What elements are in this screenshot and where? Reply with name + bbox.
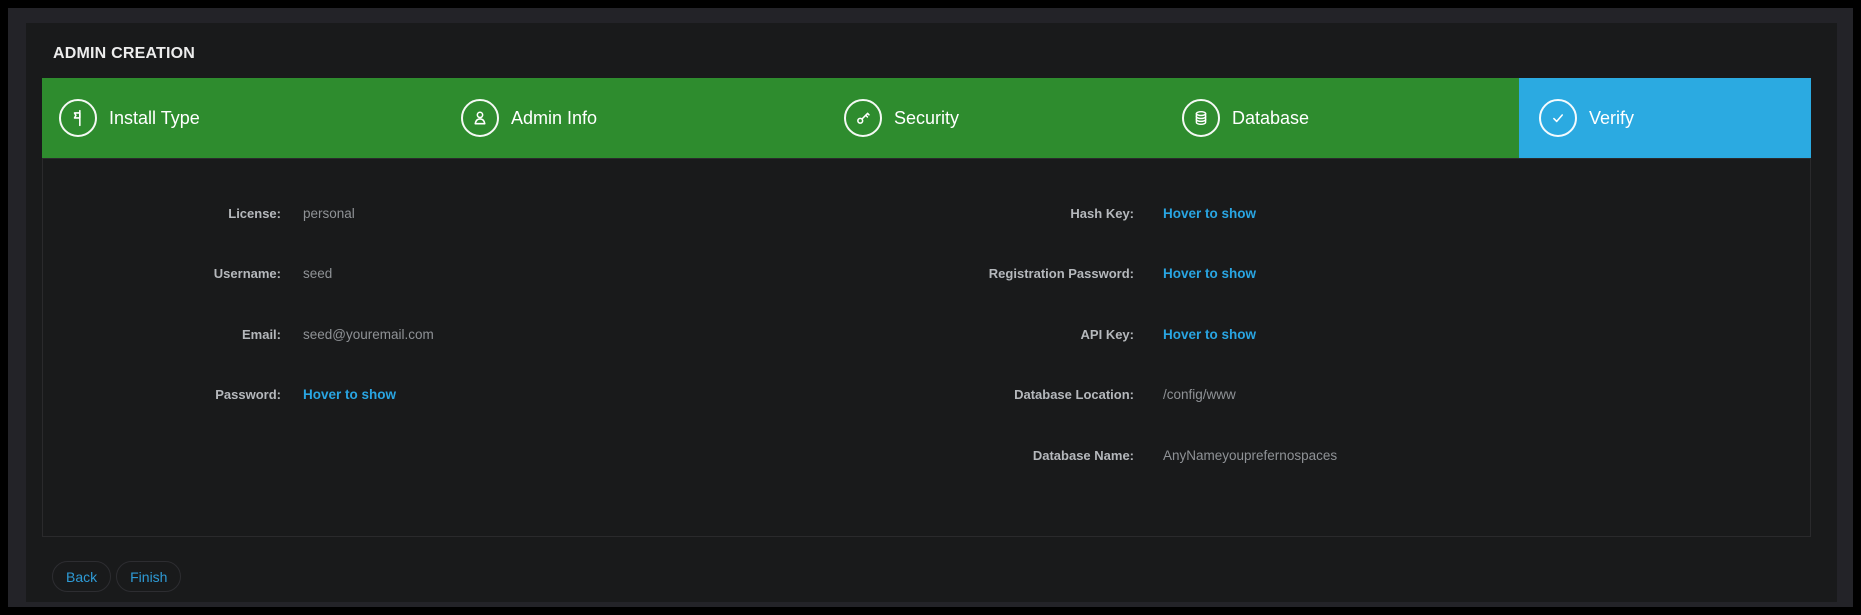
signpost-icon <box>59 99 97 137</box>
row-database-location: Database Location: /config/www <box>896 365 1337 426</box>
step-install-type[interactable]: Install Type <box>42 78 444 158</box>
hover-to-show-link[interactable]: Hover to show <box>303 387 396 402</box>
step-label: Security <box>894 108 959 129</box>
field-value: /config/www <box>1163 387 1236 402</box>
field-label: Registration Password: <box>896 266 1134 281</box>
hover-to-show-link[interactable]: Hover to show <box>1163 266 1256 281</box>
person-icon <box>461 99 499 137</box>
hover-to-show-link[interactable]: Hover to show <box>1163 327 1256 342</box>
field-value: AnyNameyouprefernospaces <box>1163 448 1337 463</box>
page-title: ADMIN CREATION <box>53 45 195 63</box>
row-api-key: API Key: Hover to show <box>896 304 1337 365</box>
check-icon <box>1539 99 1577 137</box>
row-database-name: Database Name: AnyNameyouprefernospaces <box>896 425 1337 486</box>
step-label: Database <box>1232 108 1309 129</box>
row-username: Username: seed <box>43 244 434 305</box>
app-background: ADMIN CREATION Install Type <box>8 8 1853 607</box>
field-value: personal <box>303 206 355 221</box>
screenshot-frame: ADMIN CREATION Install Type <box>0 0 1861 615</box>
step-label: Admin Info <box>511 108 597 129</box>
field-label: API Key: <box>896 327 1134 342</box>
wizard-steps-bar: Install Type Admin Info <box>42 78 1811 158</box>
field-label: Hash Key: <box>896 206 1134 221</box>
back-button[interactable]: Back <box>52 561 111 592</box>
step-label: Install Type <box>109 108 200 129</box>
admin-creation-panel: ADMIN CREATION Install Type <box>26 23 1837 602</box>
hover-to-show-link[interactable]: Hover to show <box>1163 206 1256 221</box>
step-database[interactable]: Database <box>1165 78 1519 158</box>
key-icon <box>844 99 882 137</box>
summary-column-right: Hash Key: Hover to show Registration Pas… <box>896 183 1337 486</box>
field-value: seed@youremail.com <box>303 327 434 342</box>
field-label: Email: <box>43 327 281 342</box>
field-value: seed <box>303 266 332 281</box>
field-label: License: <box>43 206 281 221</box>
wizard-actions: Back Finish <box>52 561 181 592</box>
row-password: Password: Hover to show <box>43 365 434 426</box>
row-registration-password: Registration Password: Hover to show <box>896 244 1337 305</box>
summary-column-left: License: personal Username: seed Email: … <box>43 183 434 425</box>
field-label: Database Location: <box>896 387 1134 402</box>
row-hash-key: Hash Key: Hover to show <box>896 183 1337 244</box>
database-icon <box>1182 99 1220 137</box>
field-label: Password: <box>43 387 281 402</box>
step-verify[interactable]: Verify <box>1519 78 1811 158</box>
field-label: Database Name: <box>896 448 1134 463</box>
step-admin-info[interactable]: Admin Info <box>444 78 827 158</box>
step-security[interactable]: Security <box>827 78 1165 158</box>
step-label: Verify <box>1589 108 1634 129</box>
finish-button[interactable]: Finish <box>116 561 181 592</box>
row-email: Email: seed@youremail.com <box>43 304 434 365</box>
field-label: Username: <box>43 266 281 281</box>
verify-summary-box: License: personal Username: seed Email: … <box>42 158 1811 537</box>
row-license: License: personal <box>43 183 434 244</box>
